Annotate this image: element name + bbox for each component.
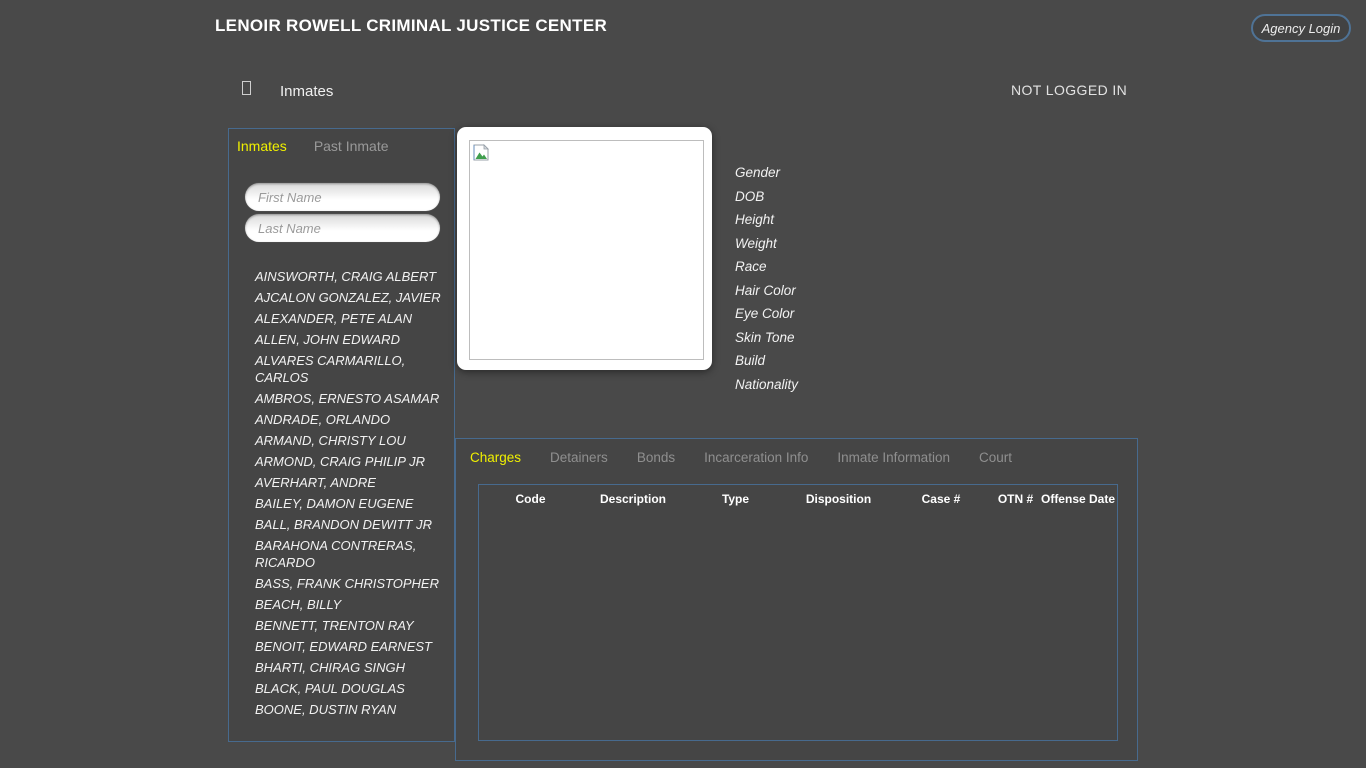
charges-table-column-header: Code (479, 492, 582, 506)
inmate-list-item[interactable]: ALEXANDER, PETE ALAN (255, 310, 447, 327)
inmate-list-item[interactable]: AMBROS, ERNESTO ASAMAR (255, 390, 447, 407)
details-tab[interactable]: Incarceration Info (704, 450, 808, 465)
broken-image-icon (472, 143, 492, 163)
inmate-list-item[interactable]: ARMOND, CRAIG PHILIP JR (255, 453, 447, 470)
profile-field-label: Skin Tone (735, 326, 798, 350)
inmate-list-item[interactable]: ARMAND, CHRISTY LOU (255, 432, 447, 449)
inmate-list-item[interactable]: BENOIT, EDWARD EARNEST (255, 638, 447, 655)
profile-field-label: Eye Color (735, 302, 798, 326)
first-name-input[interactable] (245, 183, 440, 211)
inmate-list-item[interactable]: BOONE, DUSTIN RYAN (255, 701, 447, 718)
inmate-search-panel: Inmates Past Inmate AINSWORTH, CRAIG ALB… (228, 128, 455, 742)
inmate-list-item[interactable]: BHARTI, CHIRAG SINGH (255, 659, 447, 676)
inmate-list: AINSWORTH, CRAIG ALBERT AJCALON GONZALEZ… (255, 268, 447, 722)
profile-field-label: DOB (735, 185, 798, 209)
search-panel-tab[interactable]: Inmates (237, 138, 287, 154)
last-name-input[interactable] (245, 214, 440, 242)
charges-table-header-row: Code Description Type Disposition Case #… (479, 485, 1117, 506)
profile-field-label: Race (735, 255, 798, 279)
inmate-list-item[interactable]: AVERHART, ANDRE (255, 474, 447, 491)
inmate-list-item[interactable]: ALLEN, JOHN EDWARD (255, 331, 447, 348)
details-tab[interactable]: Bonds (637, 450, 675, 465)
page-title: LENOIR ROWELL CRIMINAL JUSTICE CENTER (215, 16, 607, 36)
agency-login-button[interactable]: Agency Login (1251, 14, 1351, 42)
details-tab[interactable]: Inmate Information (837, 450, 950, 465)
profile-field-list: Gender DOB Height Weight Race Hair Color… (735, 161, 798, 396)
charges-table-column-header: Disposition (787, 492, 890, 506)
details-tabs: Charges Detainers Bonds Incarceration In… (470, 450, 1012, 465)
search-panel-tabs: Inmates Past Inmate (237, 138, 389, 154)
inmate-list-item[interactable]: ANDRADE, ORLANDO (255, 411, 447, 428)
charges-table-column-header: Type (684, 492, 787, 506)
search-panel-tab[interactable]: Past Inmate (314, 138, 389, 154)
login-status-text: NOT LOGGED IN (1011, 82, 1127, 98)
inmate-list-item[interactable]: AINSWORTH, CRAIG ALBERT (255, 268, 447, 285)
inmate-list-item[interactable]: ALVARES CARMARILLO, CARLOS (255, 352, 447, 386)
section-label-inmates: Inmates (280, 83, 333, 100)
inmate-list-item[interactable]: BLACK, PAUL DOUGLAS (255, 680, 447, 697)
charges-table-column-header: OTN # (992, 492, 1039, 506)
inmate-photo-placeholder (469, 140, 704, 360)
profile-field-label: Build (735, 349, 798, 373)
details-tab[interactable]: Detainers (550, 450, 608, 465)
charges-table-column-header: Case # (890, 492, 992, 506)
details-tab[interactable]: Charges (470, 450, 521, 465)
inmate-photo-card (457, 127, 712, 370)
profile-field-label: Gender (735, 161, 798, 185)
charges-table: Code Description Type Disposition Case #… (478, 484, 1118, 741)
profile-field-label: Weight (735, 232, 798, 256)
inmate-list-item[interactable]: BAILEY, DAMON EUGENE (255, 495, 447, 512)
inmate-list-item[interactable]: BEACH, BILLY (255, 596, 447, 613)
charges-table-column-header: Offense Date (1039, 492, 1117, 506)
inmate-list-item[interactable]: BARAHONA CONTRERAS, RICARDO (255, 537, 447, 571)
inmate-list-item[interactable]: BENNETT, TRENTON RAY (255, 617, 447, 634)
inmate-details-panel: Charges Detainers Bonds Incarceration In… (455, 438, 1138, 761)
details-tab[interactable]: Court (979, 450, 1012, 465)
profile-field-label: Height (735, 208, 798, 232)
profile-field-label: Hair Color (735, 279, 798, 303)
inmate-list-item[interactable]: BALL, BRANDON DEWITT JR (255, 516, 447, 533)
inmate-list-item[interactable]: AJCALON GONZALEZ, JAVIER (255, 289, 447, 306)
inmate-list-item[interactable]: BASS, FRANK CHRISTOPHER (255, 575, 447, 592)
charges-table-column-header: Description (582, 492, 684, 506)
profile-field-label: Nationality (735, 373, 798, 397)
missing-glyph-icon (242, 81, 251, 95)
